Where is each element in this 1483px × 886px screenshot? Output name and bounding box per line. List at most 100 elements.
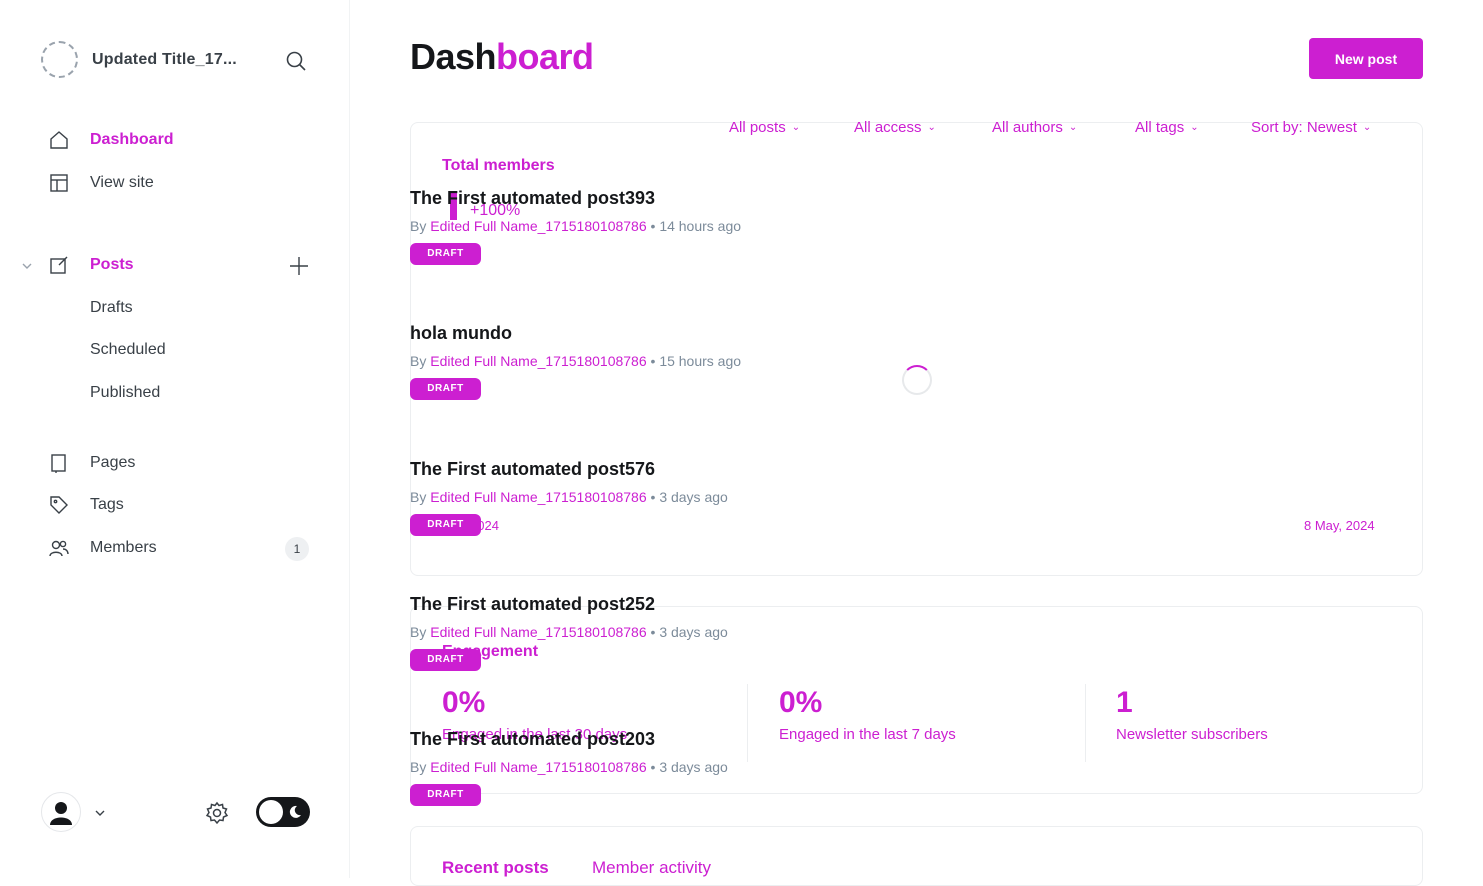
chevron-down-icon: ⌄ xyxy=(791,122,801,133)
post-time: 3 days ago xyxy=(659,624,728,640)
post-meta: By Edited Full Name_1715180108786 • 15 h… xyxy=(410,353,930,369)
post-title[interactable]: The First automated post393 xyxy=(410,188,930,209)
add-post-icon[interactable] xyxy=(288,255,310,277)
search-icon[interactable] xyxy=(284,49,308,73)
recent-card xyxy=(410,826,1423,886)
filter-label: All tags xyxy=(1135,119,1185,136)
sidebar-item-published[interactable]: Published xyxy=(90,384,160,402)
filter-label: All authors xyxy=(992,119,1063,136)
post-time: 14 hours ago xyxy=(659,218,742,234)
post-meta-separator: • xyxy=(650,218,656,234)
toggle-knob xyxy=(259,800,283,824)
post-item[interactable]: hola mundo By Edited Full Name_1715180108… xyxy=(410,323,930,400)
moon-icon xyxy=(289,805,301,818)
status-badge: Draft xyxy=(410,784,481,806)
status-badge: Draft xyxy=(410,378,481,400)
user-icon xyxy=(50,802,72,825)
page-title-part: board xyxy=(496,36,594,77)
post-author: Edited Full Name_1715180108786 xyxy=(430,624,647,640)
post-meta: By Edited Full Name_1715180108786 • 14 h… xyxy=(410,218,930,234)
post-meta-prefix: By xyxy=(410,489,427,505)
divider xyxy=(1085,684,1086,762)
post-meta: By Edited Full Name_1715180108786 • 3 da… xyxy=(410,489,930,505)
engagement-stat: 1 Newsletter subscribers xyxy=(1116,686,1268,743)
sidebar-item-members[interactable]: Members xyxy=(48,535,318,561)
edit-icon xyxy=(50,256,68,274)
post-meta-separator: • xyxy=(650,759,656,775)
post-meta-separator: • xyxy=(650,353,656,369)
stat-label: Newsletter subscribers xyxy=(1116,726,1268,743)
site-logo xyxy=(41,41,78,78)
chevron-down-icon[interactable] xyxy=(20,259,34,273)
site-brand[interactable]: Updated Title_17... xyxy=(41,41,237,78)
sidebar-item-label: Members xyxy=(90,539,157,556)
sidebar-item-dashboard[interactable]: Dashboard xyxy=(48,127,318,153)
gear-icon[interactable] xyxy=(204,800,230,826)
filter-all-authors[interactable]: All authors ⌄ xyxy=(992,119,1077,136)
sidebar-item-label: Dashboard xyxy=(90,131,174,148)
post-meta-prefix: By xyxy=(410,353,427,369)
post-item[interactable]: The First automated post203 By Edited Ful… xyxy=(410,729,930,806)
post-item[interactable]: The First automated post393 By Edited Ful… xyxy=(410,188,930,265)
sidebar-item-tags[interactable]: Tags xyxy=(48,492,318,518)
status-badge: Draft xyxy=(410,243,481,265)
post-title[interactable]: hola mundo xyxy=(410,323,930,344)
post-time: 3 days ago xyxy=(659,489,728,505)
tag-icon xyxy=(50,496,68,514)
filter-all-tags[interactable]: All tags ⌄ xyxy=(1135,119,1199,136)
sidebar-item-label: Posts xyxy=(90,256,134,273)
post-author: Edited Full Name_1715180108786 xyxy=(430,353,647,369)
status-badge: Draft xyxy=(410,514,481,536)
stat-value: 0% xyxy=(779,686,823,719)
stat-value: 1 xyxy=(1116,686,1133,719)
new-post-button[interactable]: New post xyxy=(1309,38,1423,79)
dark-mode-toggle[interactable] xyxy=(256,797,310,827)
post-meta: By Edited Full Name_1715180108786 • 3 da… xyxy=(410,624,930,640)
sidebar-item-view-site[interactable]: View site xyxy=(48,170,318,196)
post-title[interactable]: The First automated post252 xyxy=(410,594,930,615)
chevron-down-icon: ⌄ xyxy=(1190,122,1199,133)
sidebar-item-scheduled[interactable]: Scheduled xyxy=(90,341,166,359)
total-members-label: Total members xyxy=(442,157,555,174)
post-meta-separator: • xyxy=(650,624,656,640)
post-time: 15 hours ago xyxy=(659,353,742,369)
sidebar-item-posts[interactable]: Posts xyxy=(48,252,318,278)
status-badge: Draft xyxy=(410,649,481,671)
user-avatar[interactable] xyxy=(41,792,81,832)
tab-recent-posts[interactable]: Recent posts xyxy=(442,858,549,878)
chevron-down-icon[interactable] xyxy=(93,806,107,820)
post-meta-prefix: By xyxy=(410,624,427,640)
post-author: Edited Full Name_1715180108786 xyxy=(430,218,647,234)
post-item[interactable]: The First automated post576 By Edited Ful… xyxy=(410,459,930,536)
sidebar-item-drafts[interactable]: Drafts xyxy=(90,299,133,317)
members-icon xyxy=(49,540,69,557)
sidebar-item-pages[interactable]: Pages xyxy=(48,450,318,476)
home-icon xyxy=(50,131,68,149)
chevron-down-icon: ⌄ xyxy=(927,122,936,133)
sidebar-item-label: View site xyxy=(90,174,154,191)
sidebar: Updated Title_17... Dashboard View site … xyxy=(0,0,350,878)
page-icon xyxy=(51,454,66,473)
site-title: Updated Title_17... xyxy=(92,50,237,68)
filter-label: Sort by: Newest xyxy=(1251,119,1357,136)
layout-icon xyxy=(50,174,68,192)
filter-label: All access xyxy=(854,119,922,136)
filter-all-posts[interactable]: All posts ⌄ xyxy=(729,119,800,136)
post-title[interactable]: The First automated post576 xyxy=(410,459,930,480)
filter-all-access[interactable]: All access ⌄ xyxy=(854,119,936,136)
members-count-badge: 1 xyxy=(285,537,309,561)
post-time: 3 days ago xyxy=(659,759,728,775)
sidebar-item-label: Tags xyxy=(90,496,124,513)
page-title-part: Dash xyxy=(410,36,497,77)
post-author: Edited Full Name_1715180108786 xyxy=(430,489,647,505)
post-title[interactable]: The First automated post203 xyxy=(410,729,930,750)
post-item[interactable]: The First automated post252 By Edited Ful… xyxy=(410,594,930,671)
tab-member-activity[interactable]: Member activity xyxy=(592,858,711,878)
filter-label: All posts xyxy=(729,119,786,136)
chart-end-date: 8 May, 2024 xyxy=(1304,518,1375,533)
stat-value: 0% xyxy=(442,686,486,719)
post-author: Edited Full Name_1715180108786 xyxy=(430,759,647,775)
post-meta-prefix: By xyxy=(410,759,427,775)
filter-sort[interactable]: Sort by: Newest ⌄ xyxy=(1251,119,1371,136)
page-title: Dashboard xyxy=(410,36,594,78)
